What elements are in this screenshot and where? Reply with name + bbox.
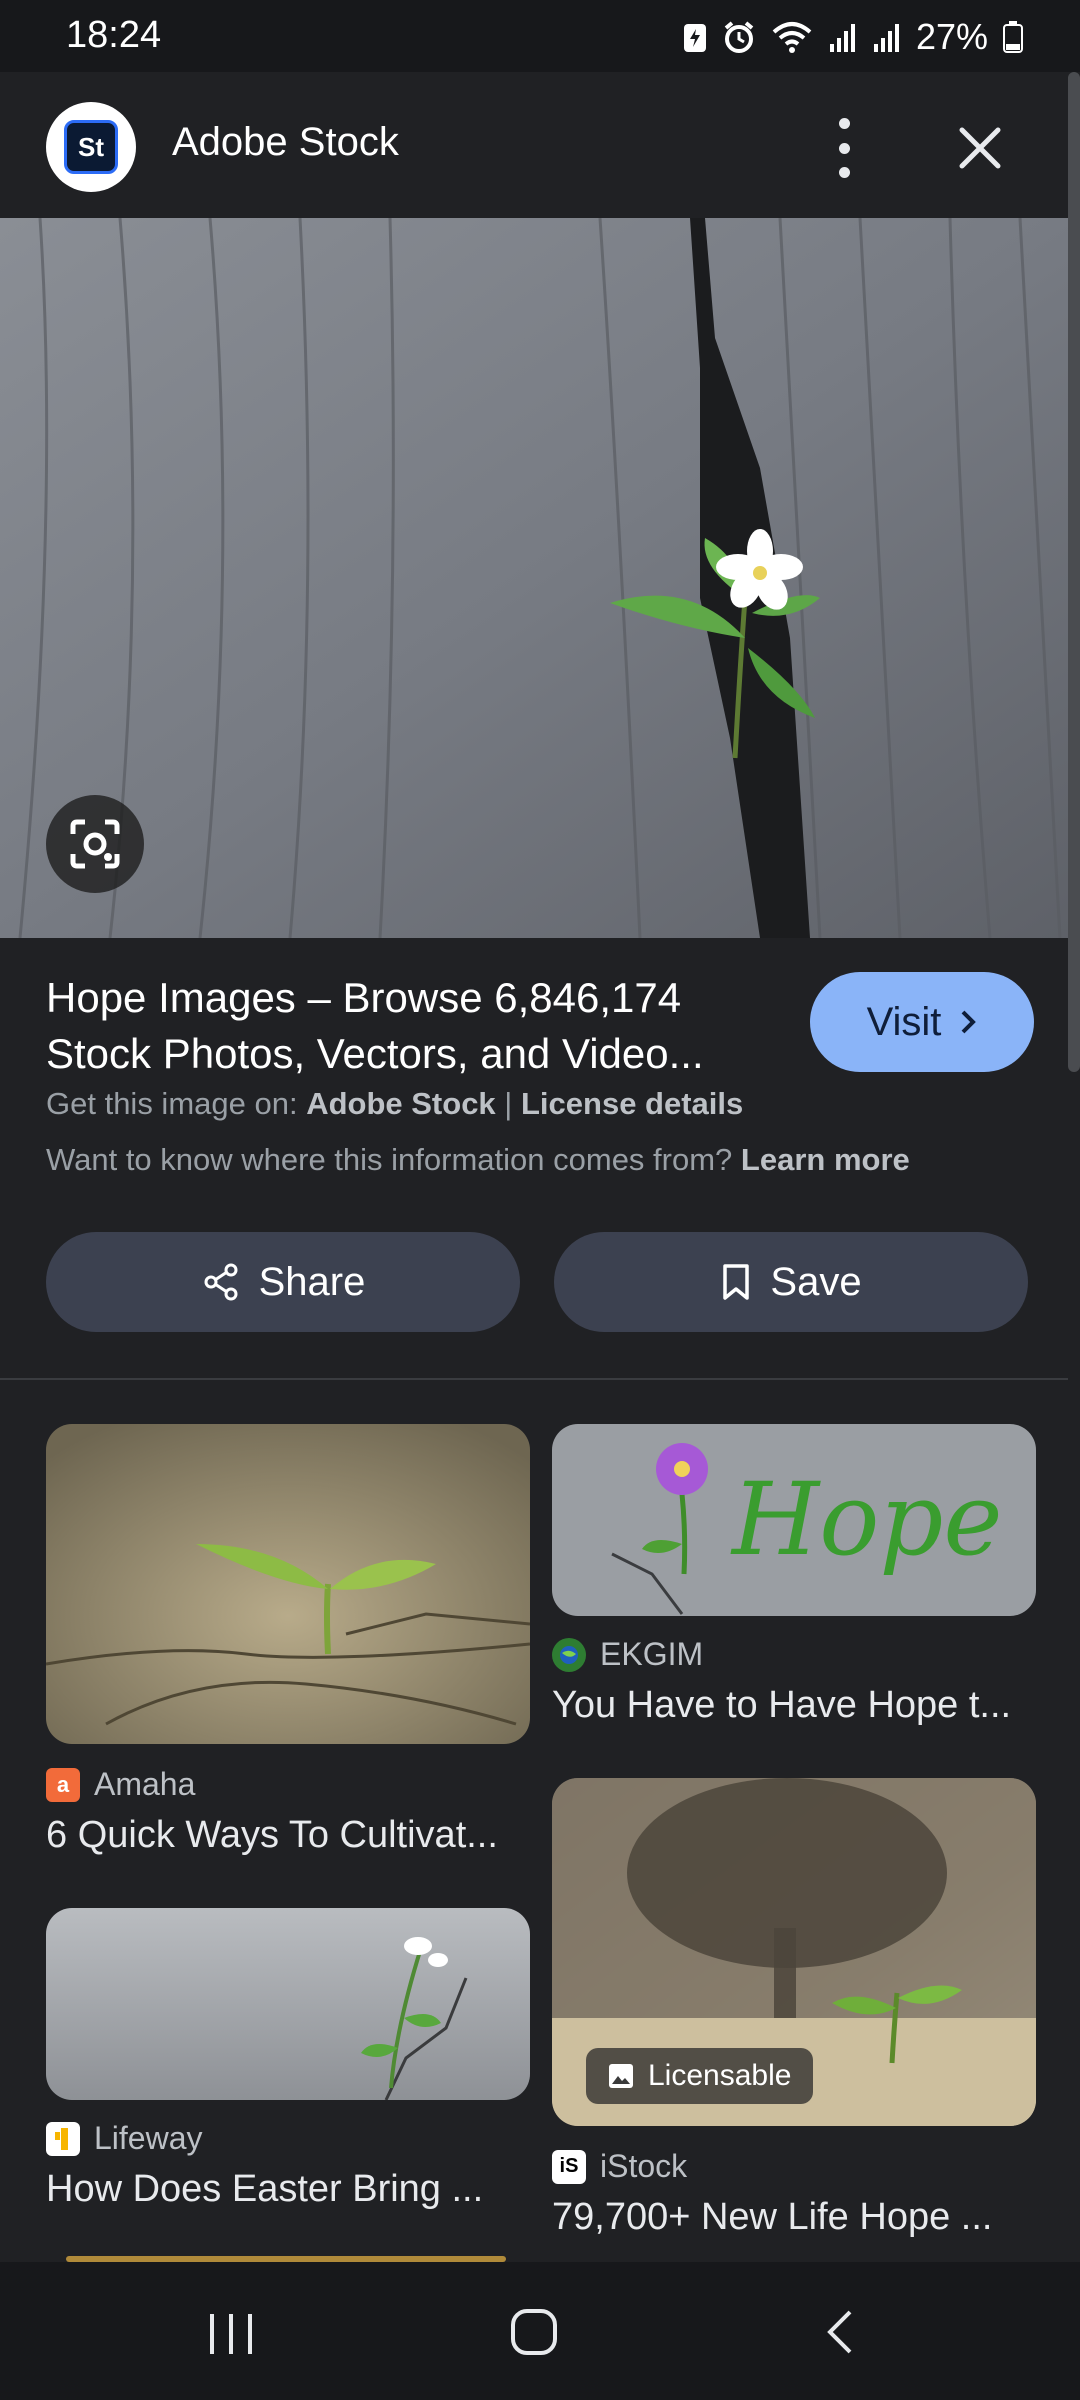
sprout-in-crack-photo <box>0 218 1068 938</box>
signal-icon <box>829 24 855 52</box>
amaha-favicon-icon: a <box>46 1767 80 1802</box>
main-image[interactable] <box>0 218 1068 938</box>
google-lens-icon[interactable] <box>46 795 144 893</box>
hope-flower-photo: Hope <box>552 1424 1036 1616</box>
license-details-link[interactable]: License details <box>521 1086 743 1121</box>
result-source[interactable]: EKGIM <box>552 1636 703 1673</box>
licensable-badge: Licensable <box>586 2048 814 2104</box>
lifeway-favicon-icon <box>46 2121 80 2156</box>
image-icon <box>609 2064 633 2088</box>
bookmark-icon <box>723 1264 750 1300</box>
source-prefix: Get this image on: <box>46 1086 298 1121</box>
battery-percent: 27% <box>915 16 988 57</box>
licensable-label: Licensable <box>648 2059 792 2092</box>
result-source[interactable]: a Amaha <box>46 1766 195 1803</box>
chevron-right-icon <box>962 1010 977 1034</box>
alarm-icon <box>724 21 754 53</box>
wifi-icon <box>772 22 812 53</box>
more-vert-icon[interactable] <box>822 118 866 178</box>
status-time: 18:24 <box>66 14 162 56</box>
learn-more-link[interactable]: Learn more <box>741 1142 910 1177</box>
sprout-dry-soil-photo <box>46 1424 530 1744</box>
battery-icon <box>1003 21 1023 53</box>
recent-apps-icon[interactable] <box>206 2310 256 2358</box>
result-title[interactable]: How Does Easter Bring ... <box>46 2168 530 2211</box>
info-line: Want to know where this information come… <box>46 1142 910 1178</box>
source-separator: | <box>504 1086 513 1121</box>
battery-saver-icon <box>683 24 706 52</box>
hope-text: Hope <box>730 1461 1003 1578</box>
close-icon[interactable] <box>950 118 1010 178</box>
source-link[interactable]: Adobe Stock <box>306 1086 495 1121</box>
visit-button[interactable]: Visit <box>810 972 1034 1072</box>
back-icon[interactable] <box>820 2306 860 2358</box>
result-site-name: EKGIM <box>600 1636 704 1672</box>
result-thumbnail[interactable] <box>46 1424 530 1744</box>
result-source[interactable]: iS iStock <box>552 2148 687 2185</box>
site-logo[interactable]: St <box>46 102 136 192</box>
result-title[interactable]: You Have to Have Hope t... <box>552 1684 1036 1727</box>
result-site-name: Lifeway <box>94 2120 203 2156</box>
result-title[interactable]: 6 Quick Ways To Cultivat... <box>46 1814 530 1857</box>
ekgim-favicon-icon <box>552 1637 586 1672</box>
signal-icon <box>873 24 899 52</box>
result-source[interactable]: Lifeway <box>46 2120 203 2157</box>
visit-label: Visit <box>866 999 942 1044</box>
result-thumbnail[interactable] <box>46 1908 530 2100</box>
share-label: Share <box>258 1259 366 1304</box>
source-line: Get this image on: Adobe Stock | License… <box>46 1086 743 1122</box>
result-site-name: Amaha <box>94 1766 196 1802</box>
divider <box>0 1378 1068 1380</box>
istock-favicon-icon: iS <box>552 2149 586 2184</box>
adobe-stock-logo-icon: St <box>64 120 118 174</box>
site-name: Adobe Stock <box>172 120 399 164</box>
result-title[interactable]: 79,700+ New Life Hope ... <box>552 2196 1036 2239</box>
white-flower-asphalt-photo <box>46 1908 530 2100</box>
save-button[interactable]: Save <box>554 1232 1028 1332</box>
status-icons: 27% <box>682 16 1024 58</box>
info-text: Want to know where this information come… <box>46 1142 733 1177</box>
header <box>0 72 1080 218</box>
scrollbar[interactable] <box>1068 72 1080 1072</box>
share-button[interactable]: Share <box>46 1232 520 1332</box>
image-title: Hope Images – Browse 6,846,174 Stock Pho… <box>46 974 704 1077</box>
save-label: Save <box>770 1259 862 1304</box>
home-icon[interactable] <box>508 2306 560 2358</box>
result-thumbnail[interactable]: Hope <box>552 1424 1036 1616</box>
share-icon <box>204 1263 238 1301</box>
result-site-name: iStock <box>600 2148 688 2184</box>
